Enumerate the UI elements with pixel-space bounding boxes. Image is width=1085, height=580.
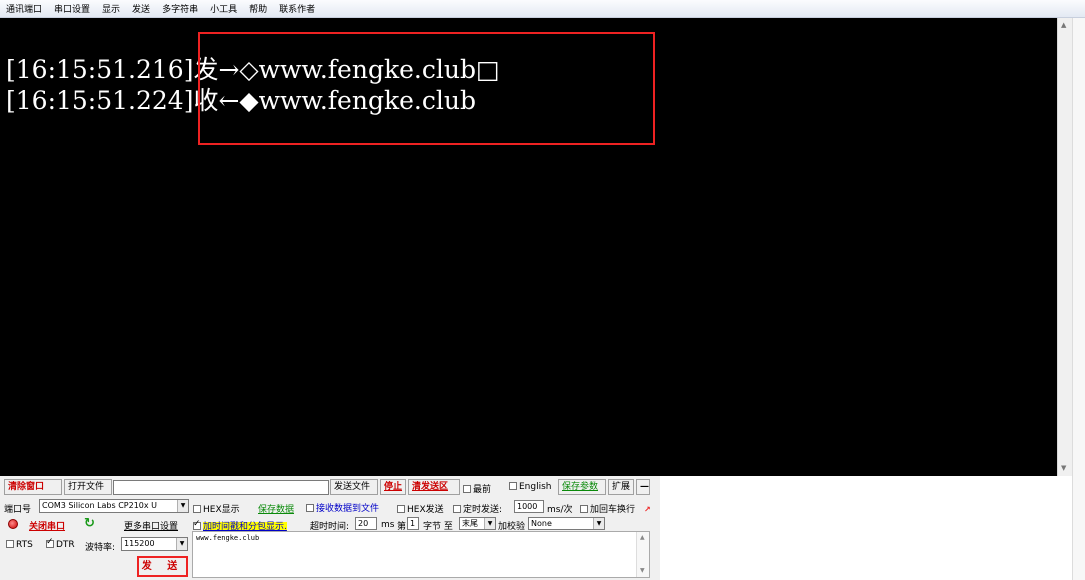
baud-select-value: 115200	[124, 539, 155, 548]
timed-send-label: 定时发送:	[463, 505, 503, 515]
interval-unit: ms/次	[547, 505, 573, 515]
send-scrollbar[interactable]: ▲ ▼	[636, 532, 649, 577]
send-button[interactable]: 发 送	[137, 556, 188, 577]
stop-button[interactable]: 停止	[380, 479, 406, 495]
menu-item-tools[interactable]: 小工具	[210, 2, 237, 15]
refresh-icon[interactable]: ↻	[84, 516, 95, 531]
more-settings-button[interactable]: 更多串口设置	[124, 519, 178, 532]
checkbox-icon[interactable]	[306, 504, 314, 512]
baud-label: 波特率:	[85, 543, 116, 553]
hex-display-checkbox[interactable]: HEX显示	[193, 502, 240, 515]
dtr-label: DTR	[56, 540, 75, 550]
send-file-button[interactable]: 发送文件	[330, 479, 378, 495]
window-edge	[1072, 18, 1085, 580]
scroll-up-icon[interactable]: ▲	[1061, 21, 1066, 29]
top-most-label: 最前	[473, 485, 492, 495]
checkbox-icon[interactable]	[397, 505, 405, 513]
open-file-button[interactable]: 打开文件	[64, 479, 112, 495]
chevron-down-icon[interactable]: ▼	[176, 538, 187, 550]
timeout-unit: ms	[381, 520, 395, 530]
menu-bar: 通讯端口 串口设置 显示 发送 多字符串 小工具 帮助 联系作者	[0, 0, 1085, 18]
checkbox-icon[interactable]	[463, 485, 471, 493]
checkbox-icon[interactable]	[193, 519, 201, 530]
highlight-box	[198, 32, 655, 145]
clear-window-button[interactable]: 清除窗口	[4, 479, 62, 495]
menu-item-contact[interactable]: 联系作者	[279, 2, 315, 15]
checksum-select[interactable]: None ▼	[528, 517, 605, 530]
hex-display-label: HEX显示	[203, 505, 240, 515]
scroll-down-icon[interactable]: ▼	[1061, 464, 1066, 472]
menu-item-port[interactable]: 通讯端口	[6, 2, 42, 15]
checkbox-icon[interactable]	[453, 505, 461, 513]
menu-item-serial-settings[interactable]: 串口设置	[54, 2, 90, 15]
recv-to-file-checkbox[interactable]: 接收数据到文件	[306, 501, 379, 514]
byte-no-input[interactable]: 1	[407, 517, 419, 530]
file-path-input[interactable]	[113, 480, 329, 495]
end-select[interactable]: 末尾 ▼	[459, 517, 496, 530]
rts-checkbox[interactable]: RTS	[6, 540, 33, 550]
timeout-input[interactable]: 20	[355, 517, 377, 530]
clear-send-button[interactable]: 清发送区	[408, 479, 460, 495]
checkbox-icon[interactable]	[509, 482, 517, 490]
expand-button[interactable]: 扩展	[608, 479, 634, 495]
add-crlf-checkbox[interactable]: 加回车换行	[580, 502, 635, 515]
send-text-content: www.fengke.club	[196, 534, 260, 542]
checkbox-icon[interactable]	[46, 537, 54, 548]
save-data-button[interactable]: 保存数据	[258, 502, 294, 515]
port-select-value: COM3 Silicon Labs CP210x U	[42, 501, 158, 510]
chevron-down-icon[interactable]: ▼	[177, 500, 188, 512]
port-status-icon	[8, 519, 18, 529]
recv-to-file-label: 接收数据到文件	[316, 504, 380, 514]
menu-item-help[interactable]: 帮助	[249, 2, 267, 15]
port-select[interactable]: COM3 Silicon Labs CP210x U ▼	[39, 499, 189, 513]
timed-send-checkbox[interactable]: 定时发送:	[453, 502, 502, 515]
dtr-checkbox[interactable]: DTR	[46, 537, 75, 550]
arrow-icon: ↗	[644, 505, 651, 514]
port-label: 端口号	[4, 505, 32, 515]
top-most-checkbox[interactable]: 最前	[463, 482, 491, 495]
chevron-down-icon[interactable]: ▼	[484, 518, 495, 529]
hex-send-label: HEX发送	[407, 505, 444, 515]
end-select-value: 末尾	[462, 519, 478, 528]
interval-input[interactable]: 1000	[514, 500, 544, 513]
menu-item-send[interactable]: 发送	[132, 2, 150, 15]
collapse-button[interactable]: —	[636, 479, 650, 495]
baud-select[interactable]: 115200 ▼	[121, 537, 188, 551]
hex-send-checkbox[interactable]: HEX发送	[397, 502, 444, 515]
menu-item-multi-string[interactable]: 多字符串	[162, 2, 198, 15]
save-params-button[interactable]: 保存参数	[558, 479, 606, 495]
close-port-button[interactable]: 关闭串口	[29, 519, 65, 532]
add-crlf-label: 加回车换行	[590, 505, 636, 515]
checkbox-icon[interactable]	[6, 540, 14, 548]
english-label: English	[519, 482, 552, 492]
chevron-down-icon[interactable]: ▼	[593, 518, 604, 529]
send-text-area[interactable]: www.fengke.club	[192, 531, 650, 578]
checksum-select-value: None	[531, 519, 552, 528]
checkbox-icon[interactable]	[193, 505, 201, 513]
scroll-down-icon[interactable]: ▼	[640, 567, 645, 574]
checkbox-icon[interactable]	[580, 505, 588, 513]
empty-area	[660, 476, 1072, 580]
menu-item-display[interactable]: 显示	[102, 2, 120, 15]
scroll-up-icon[interactable]: ▲	[640, 534, 645, 541]
receive-scrollbar[interactable]: ▲ ▼	[1057, 18, 1072, 476]
toolbar: 清除窗口 打开文件 发送文件 停止 清发送区 最前 English 保存参数 扩…	[0, 478, 660, 497]
english-checkbox[interactable]: English	[509, 482, 552, 492]
rts-label: RTS	[16, 540, 33, 550]
